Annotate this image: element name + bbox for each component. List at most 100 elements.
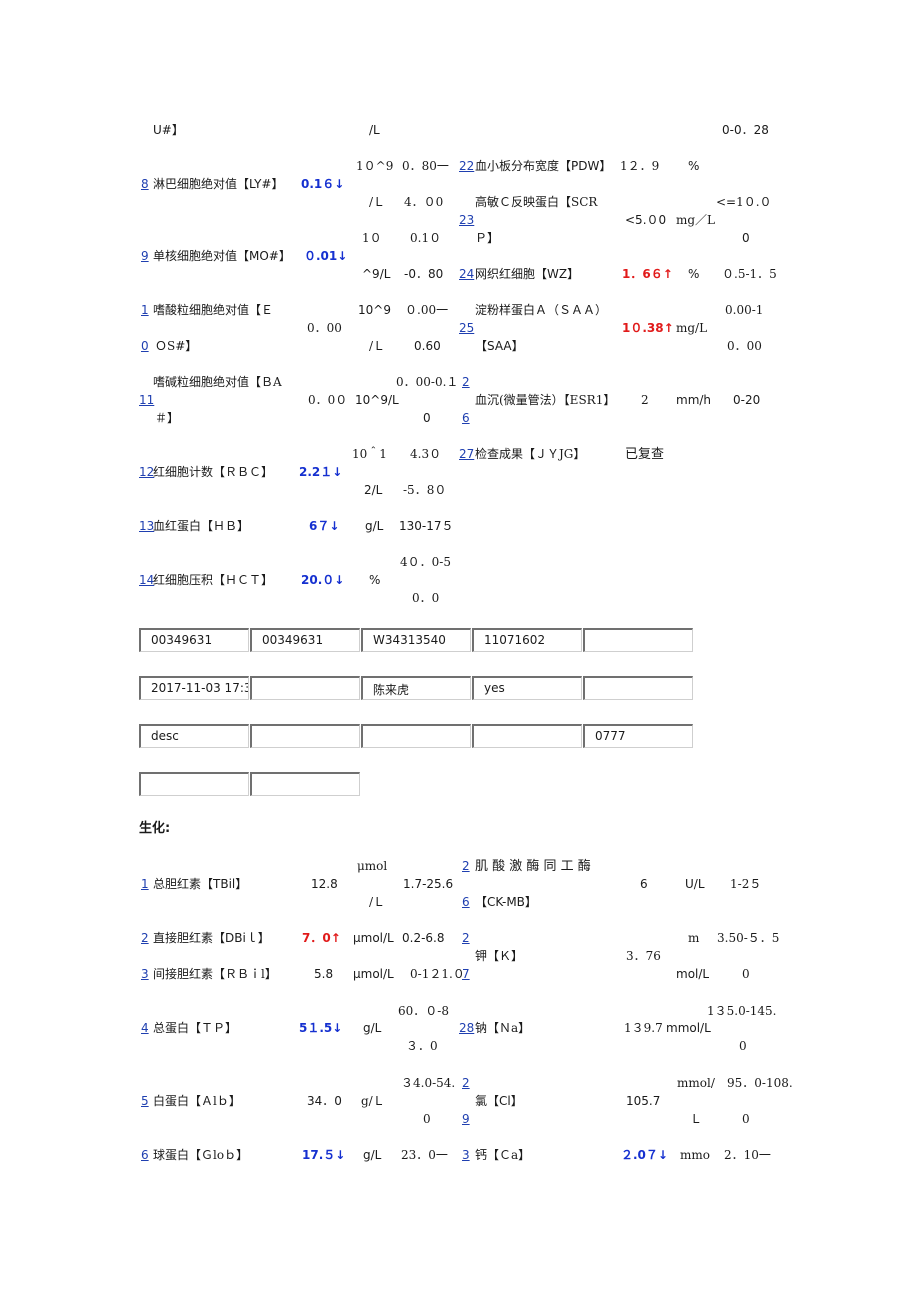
bio-r1-value: 12.8	[311, 877, 338, 891]
bio-r26-value: 6	[640, 877, 648, 891]
r24-name: 网织红细胞【WZ】	[475, 267, 580, 281]
bio-r26-name-1: 肌 酸 激 酶 同 工 酶	[475, 859, 591, 874]
bio-r29-range-1: 95．0-108.	[727, 1076, 793, 1090]
bio-r5-range-1: ３4.0-54.	[401, 1076, 456, 1090]
r14-range-2: 0．0	[412, 591, 440, 605]
r9-value: ０.01↓	[304, 249, 348, 263]
bio-r2-value: 7．0↑	[302, 931, 341, 945]
bio-r5-number[interactable]: 5	[141, 1095, 149, 1107]
bio-r29-number-2[interactable]: 9	[462, 1113, 470, 1125]
r10-number-1[interactable]: 1	[141, 304, 149, 316]
r23-number[interactable]: 23	[459, 214, 474, 226]
bio-r6-name: 球蛋白【Ｇloｂ】	[153, 1148, 249, 1162]
bio-r30-name: 钙【Ｃa】	[475, 1148, 531, 1162]
r10-unit-1: 10^9	[358, 303, 391, 317]
r10-number-2[interactable]: 0	[141, 340, 149, 352]
r10-unit-2: /Ｌ	[369, 339, 386, 353]
r14-number[interactable]: 14	[139, 574, 154, 586]
r26-number-1[interactable]: 2	[462, 376, 470, 388]
grid-cell-r3-c1: desc	[139, 724, 249, 748]
bio-r28-unit: mmol/L	[666, 1021, 711, 1035]
r10-range-2: 0.60	[414, 339, 441, 353]
r11-value: 0．0０	[308, 393, 348, 407]
r25-number[interactable]: 25	[459, 322, 474, 334]
r14-range-1: 4０．0-5	[400, 555, 451, 569]
r10-range-1: ０.00一	[405, 303, 449, 317]
bio-r5-name: 白蛋白【Ａlｂ】	[153, 1094, 241, 1108]
r14-unit: %	[369, 573, 381, 587]
bio-r27-number-1[interactable]: 2	[462, 932, 470, 944]
bio-r3-unit: μmol/L	[353, 967, 394, 981]
bio-r4-number[interactable]: 4	[141, 1022, 149, 1034]
bio-r1-range: 1.7-25.6	[403, 877, 454, 891]
bio-r6-number[interactable]: 6	[141, 1149, 149, 1161]
bio-r29-name: 氯【Cl】	[475, 1094, 523, 1108]
r11-name-1: 嗜碱粒细胞绝对值【ＢA	[153, 375, 282, 389]
r23-range-2: 0	[742, 231, 750, 245]
r9-unit-2: ^9/L	[362, 267, 391, 281]
grid-cell-r3-c2	[250, 724, 360, 748]
grid-cell-r1-c1: 00349631	[139, 628, 249, 652]
r13-value: 6７↓	[309, 519, 340, 533]
bio-r29-number-1[interactable]: 2	[462, 1077, 470, 1089]
bio-r5-range-2: 0	[423, 1112, 431, 1126]
bio-r3-number[interactable]: 3	[141, 968, 149, 980]
r22-unit: %	[688, 159, 700, 173]
r22-number[interactable]: 22	[459, 160, 474, 172]
bio-r26-number-2[interactable]: 6	[462, 896, 470, 908]
bio-r2-name: 直接胆红素【DBiｌ】	[153, 931, 270, 945]
r23-range-1: <=1０.０	[716, 195, 772, 209]
r11-number[interactable]: 11	[139, 394, 154, 406]
grid-cell-r1-c4: 11071602	[472, 628, 582, 652]
grid-cell-r3-c4	[472, 724, 582, 748]
r27-number[interactable]: 27	[459, 448, 474, 460]
bio-r1-unit-2: /Ｌ	[369, 895, 386, 909]
bio-r4-range-1: 60．０-8	[398, 1004, 449, 1018]
grid-cell-r1-c2: 00349631	[250, 628, 360, 652]
grid-cell-r2-c5	[583, 676, 693, 700]
r8-range-2: 4．０0	[404, 195, 444, 209]
r25-name-2: 【SAA】	[475, 339, 524, 353]
bio-r28-number[interactable]: 28	[459, 1022, 474, 1034]
bio-r1-number[interactable]: 1	[141, 878, 149, 890]
bio-r26-number-1[interactable]: 2	[462, 860, 470, 872]
row-top-name: U#】	[153, 123, 184, 137]
r26-number-2[interactable]: 6	[462, 412, 470, 424]
r8-number[interactable]: 8	[141, 178, 149, 190]
r8-range-1: 0．80一	[402, 159, 449, 173]
bio-r28-range-2: 0	[739, 1039, 747, 1053]
grid-cell-r2-c4: yes	[472, 676, 582, 700]
r8-name: 淋巴细胞绝对值【LY#】	[153, 177, 284, 191]
r24-number[interactable]: 24	[459, 268, 474, 280]
r9-range-2: -0．80	[404, 267, 444, 281]
bio-r29-unit-2: Ｌ	[690, 1112, 703, 1126]
bio-r29-range-2: 0	[742, 1112, 750, 1126]
bio-r5-unit: g/Ｌ	[361, 1094, 385, 1108]
grid-cell-r4-c1	[139, 772, 249, 796]
r12-number[interactable]: 12	[139, 466, 154, 478]
r23-name-2: Ｐ】	[475, 231, 500, 245]
r9-number[interactable]: 9	[141, 250, 149, 262]
r25-name-1: 淀粉样蛋白Ａ（ＳＡＡ）	[475, 303, 608, 317]
bio-r30-number[interactable]: 3	[462, 1149, 470, 1161]
bio-r30-unit: mmo	[680, 1148, 710, 1162]
r8-value: 0.1６↓	[301, 177, 345, 191]
r25-range-2: 0．00	[727, 339, 762, 353]
bio-r3-range: 0-1２1.０	[410, 967, 465, 981]
r9-name: 单核细胞绝对值【MO#】	[153, 249, 291, 263]
bio-r26-name-2: 【CK-MB】	[475, 895, 537, 909]
r27-name: 检查成果【ＪＹJG】	[475, 447, 586, 461]
r23-value: <5.０0	[625, 213, 667, 227]
r25-value: 1０.38↑	[622, 321, 674, 335]
r23-unit: mg／L	[676, 213, 716, 227]
bio-r6-unit: g/L	[363, 1148, 382, 1162]
row-top-unit: /L	[369, 123, 380, 137]
r12-unit-1: 10＾1	[352, 447, 387, 461]
r13-number[interactable]: 13	[139, 520, 154, 532]
grid-cell-r2-c3: 陈来虎	[361, 676, 471, 700]
bio-r27-range-1: 3.50-５．5	[717, 931, 780, 945]
r25-range-1: 0.00-1	[725, 303, 764, 317]
bio-r6-range: 23．0一	[401, 1148, 448, 1162]
r9-unit-1: 1０	[362, 231, 382, 245]
bio-r2-number[interactable]: 2	[141, 932, 149, 944]
